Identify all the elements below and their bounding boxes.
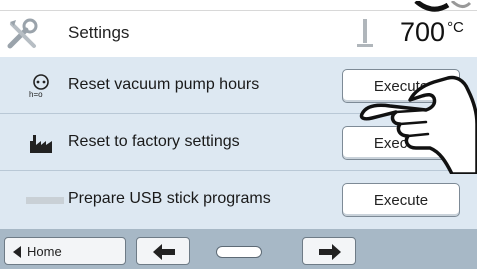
header-bar: Settings 700 °C: [0, 1, 477, 58]
temperature-readout: 700 °C: [400, 17, 464, 48]
factory-icon: [30, 135, 52, 153]
arrow-right-icon: [319, 244, 341, 260]
top-decoration: [414, 1, 472, 12]
tools-icon: [7, 18, 38, 49]
vacuum-pump-icon: h=o: [29, 74, 49, 98]
home-button[interactable]: Home: [4, 237, 126, 265]
usb-stick-icon: [26, 197, 64, 204]
execute-reset-vacuum-button[interactable]: Execute: [342, 69, 460, 103]
settings-list: h=o Reset vacuum pump hours Execute Rese…: [0, 57, 477, 229]
reset-vacuum-pump-label: Reset vacuum pump hours: [68, 76, 260, 93]
thermometer-icon: [357, 19, 373, 47]
svg-text:h=o: h=o: [29, 90, 43, 98]
reset-factory-label: Reset to factory settings: [68, 133, 240, 150]
list-item-reset-vacuum-pump: h=o Reset vacuum pump hours Execute: [0, 57, 477, 114]
execute-reset-factory-button[interactable]: Execute: [342, 126, 460, 160]
back-button[interactable]: [136, 237, 190, 265]
bottom-navigation: Home: [0, 229, 477, 269]
home-arrow-icon: [13, 246, 21, 258]
home-label: Home: [27, 244, 62, 259]
arrow-left-icon: [153, 244, 175, 260]
temperature-value: 700: [400, 17, 446, 47]
forward-button[interactable]: [302, 237, 356, 265]
temperature-unit: °C: [447, 19, 464, 36]
prepare-usb-label: Prepare USB stick programs: [68, 190, 271, 207]
settings-screen: Settings 700 °C h=o Reset vacuum pump hou…: [0, 0, 477, 269]
execute-prepare-usb-button[interactable]: Execute: [342, 183, 460, 217]
list-item-reset-factory: Reset to factory settings Execute: [0, 114, 477, 171]
list-item-prepare-usb: Prepare USB stick programs Execute: [0, 171, 477, 228]
page-title: Settings: [68, 23, 130, 42]
page-indicator: [216, 246, 262, 258]
